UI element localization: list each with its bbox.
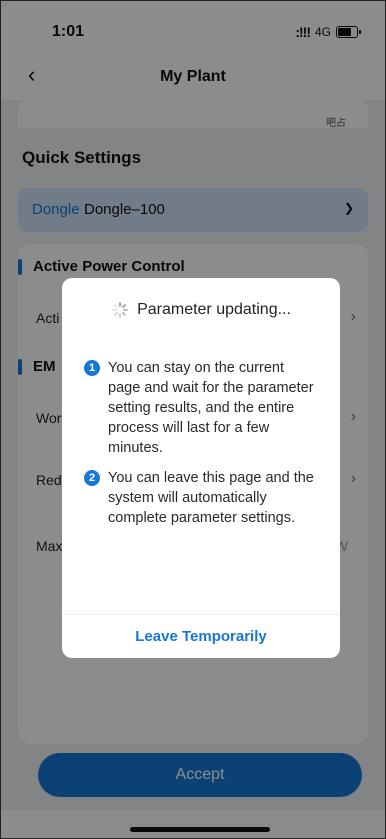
step-1: 1 You can stay on the current page and w… — [84, 358, 318, 458]
spinner-icon — [112, 302, 128, 318]
step-text: You can leave this page and the system w… — [108, 470, 314, 526]
step-number-badge: 2 — [84, 470, 100, 486]
dialog-header: Parameter updating... — [62, 301, 340, 319]
step-2: 2 You can leave this page and the system… — [84, 468, 318, 528]
dialog-title: Parameter updating... — [137, 301, 291, 318]
app-screen: 1:01 :!!! 4G ‹ My Plant 吧占 Quick Setting… — [0, 0, 386, 839]
step-number-badge: 1 — [84, 360, 100, 376]
parameter-update-dialog: Parameter updating... 1 You can stay on … — [62, 278, 340, 658]
step-text: You can stay on the current page and wai… — [108, 360, 314, 456]
leave-temporarily-button[interactable]: Leave Temporarily — [62, 615, 340, 658]
